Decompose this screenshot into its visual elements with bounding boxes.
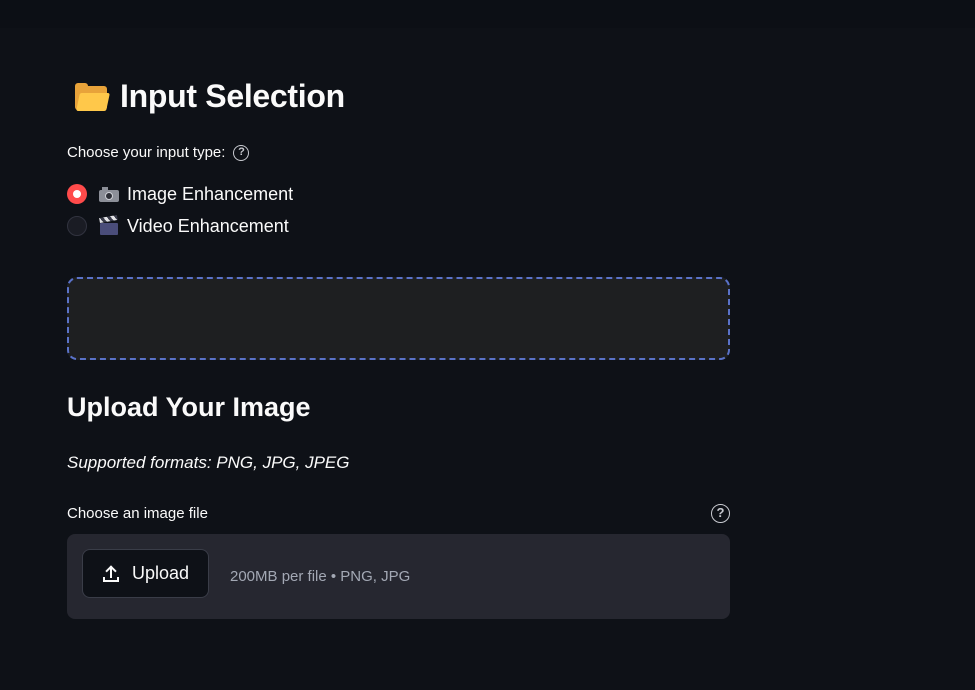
upload-section-title: Upload Your Image — [67, 392, 311, 422]
page-title: Input Selection — [120, 78, 345, 114]
input-type-label-row: Choose your input type: ? — [67, 144, 250, 161]
page-header: Input Selection — [74, 78, 345, 115]
radio-button-selected[interactable] — [67, 184, 87, 204]
help-icon[interactable]: ? — [711, 504, 730, 523]
input-type-radio-group: Image Enhancement Video Enhancement — [67, 178, 293, 242]
file-dropzone[interactable]: Upload 200MB per file • PNG, JPG — [67, 534, 730, 619]
radio-label-image: Image Enhancement — [127, 183, 294, 204]
upload-button-label: Upload — [131, 563, 190, 583]
file-uploader-label: Choose an image file — [67, 505, 208, 522]
dashed-container — [67, 277, 730, 360]
clapper-board-icon — [99, 214, 119, 235]
radio-option-video[interactable]: Video Enhancement — [67, 210, 293, 242]
camera-icon — [99, 186, 119, 202]
file-limit-text: 200MB per file • PNG, JPG — [230, 568, 411, 585]
file-uploader-label-row: Choose an image file ? — [67, 504, 730, 523]
radio-option-image[interactable]: Image Enhancement — [67, 178, 293, 210]
input-type-label: Choose your input type: — [67, 144, 226, 161]
upload-button[interactable]: Upload — [82, 549, 209, 598]
supported-formats-note: Supported formats: PNG, JPG, JPEG — [67, 453, 350, 472]
radio-button-unselected[interactable] — [67, 216, 87, 236]
top-bar — [0, 0, 975, 28]
upload-icon — [102, 564, 120, 583]
radio-label-video: Video Enhancement — [127, 215, 289, 236]
folder-icon — [74, 82, 110, 112]
help-icon[interactable]: ? — [233, 144, 250, 161]
